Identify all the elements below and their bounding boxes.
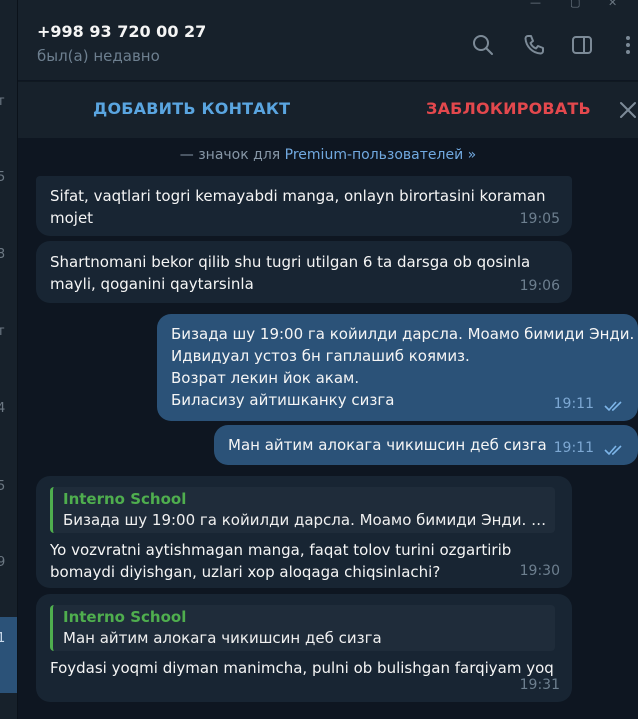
chat-list-fragment: т (0, 324, 5, 339)
message-text: Yo vozvratni aytishmagan manga, faqat to… (50, 541, 512, 581)
chat-list-fragment: 4 (0, 401, 5, 416)
reply-preview[interactable]: Interno School Ман айтим алокага чикишси… (50, 605, 555, 651)
chat-list-fragment: 5 (0, 479, 5, 494)
message-text: Foydasi yoqmi diyman manimcha, pulni ob … (50, 659, 554, 677)
chat-panel: — ▢ ✕ +998 93 720 00 27 был(а) недавно Д… (18, 0, 638, 719)
message-bubble-incoming[interactable]: Interno School Ман айтим алокага чикишси… (36, 594, 572, 702)
chat-list-fragment: 9 (0, 555, 5, 570)
premium-notice: — значок для Premium-пользователей » (18, 147, 638, 163)
chat-list-fragment: 5 (0, 170, 5, 185)
message-time: 19:06 (519, 278, 560, 294)
window-close-icon[interactable]: ✕ (608, 0, 617, 9)
minimize-icon[interactable]: — (530, 0, 541, 9)
chat-list-fragment: т (0, 94, 5, 109)
chat-header: +998 93 720 00 27 был(а) недавно (18, 10, 638, 80)
reply-preview[interactable]: Interno School Бизада шу 19:00 га койилд… (50, 487, 555, 533)
chat-list-fragment: 1 (0, 631, 5, 646)
close-icon[interactable] (616, 98, 638, 122)
message-bubble-incoming[interactable]: Sifat, vaqtlari togri kemayabdi manga, o… (36, 176, 572, 236)
chat-list-fragment: 3 (0, 247, 5, 262)
message-bubble-incoming[interactable]: Shartnomani bekor qilib shu tugri utilga… (36, 241, 572, 303)
more-icon[interactable] (615, 32, 638, 58)
message-bubble-outgoing[interactable]: Ман айтим алокага чикишсин деб сизга 19:… (214, 425, 638, 465)
message-time: 19:11 (553, 440, 594, 456)
message-time: 19:30 (519, 563, 560, 579)
premium-notice-text: — значок для (179, 147, 281, 163)
read-checkmarks-icon (604, 399, 628, 413)
search-icon[interactable] (470, 32, 496, 58)
message-time: 19:11 (553, 396, 594, 412)
block-button[interactable]: ЗАБЛОКИРОВАТЬ (426, 99, 591, 118)
add-contact-button[interactable]: ДОБАВИТЬ КОНТАКТ (93, 99, 290, 118)
read-checkmarks-icon (604, 443, 628, 457)
contact-action-bar: ДОБАВИТЬ КОНТАКТ ЗАБЛОКИРОВАТЬ (18, 81, 638, 138)
chat-status: был(а) недавно (37, 47, 160, 65)
premium-link[interactable]: Premium-пользователей » (285, 147, 477, 163)
message-time: 19:05 (519, 211, 560, 227)
reply-text: Ман айтим алокага чикишсин деб сизга (63, 629, 382, 647)
phone-icon[interactable] (521, 32, 547, 58)
chat-list-item-active[interactable]: 1 (0, 617, 17, 693)
reply-text: Бизада шу 19:00 га койилди дарсла. Моамо… (63, 511, 547, 529)
reply-author: Interno School (63, 608, 187, 626)
sidebar-toggle-icon[interactable] (569, 32, 595, 58)
message-bubble-outgoing[interactable]: Бизада шу 19:00 га койилди дарсла. Моамо… (157, 314, 638, 421)
message-time: 19:31 (519, 677, 560, 693)
message-bubble-incoming[interactable]: Interno School Бизада шу 19:00 га койилд… (36, 476, 572, 588)
message-text: Shartnomani bekor qilib shu tugri utilga… (50, 253, 531, 293)
chat-title[interactable]: +998 93 720 00 27 (37, 22, 206, 41)
reply-author: Interno School (63, 490, 187, 508)
message-text: Sifat, vaqtlari togri kemayabdi manga, o… (50, 187, 546, 227)
chat-list-sidebar[interactable]: т 5 3 т 4 5 9 1 (0, 0, 18, 719)
message-text: Ман айтим алокага чикишсин деб сизга (228, 436, 547, 454)
maximize-icon[interactable]: ▢ (570, 0, 580, 9)
